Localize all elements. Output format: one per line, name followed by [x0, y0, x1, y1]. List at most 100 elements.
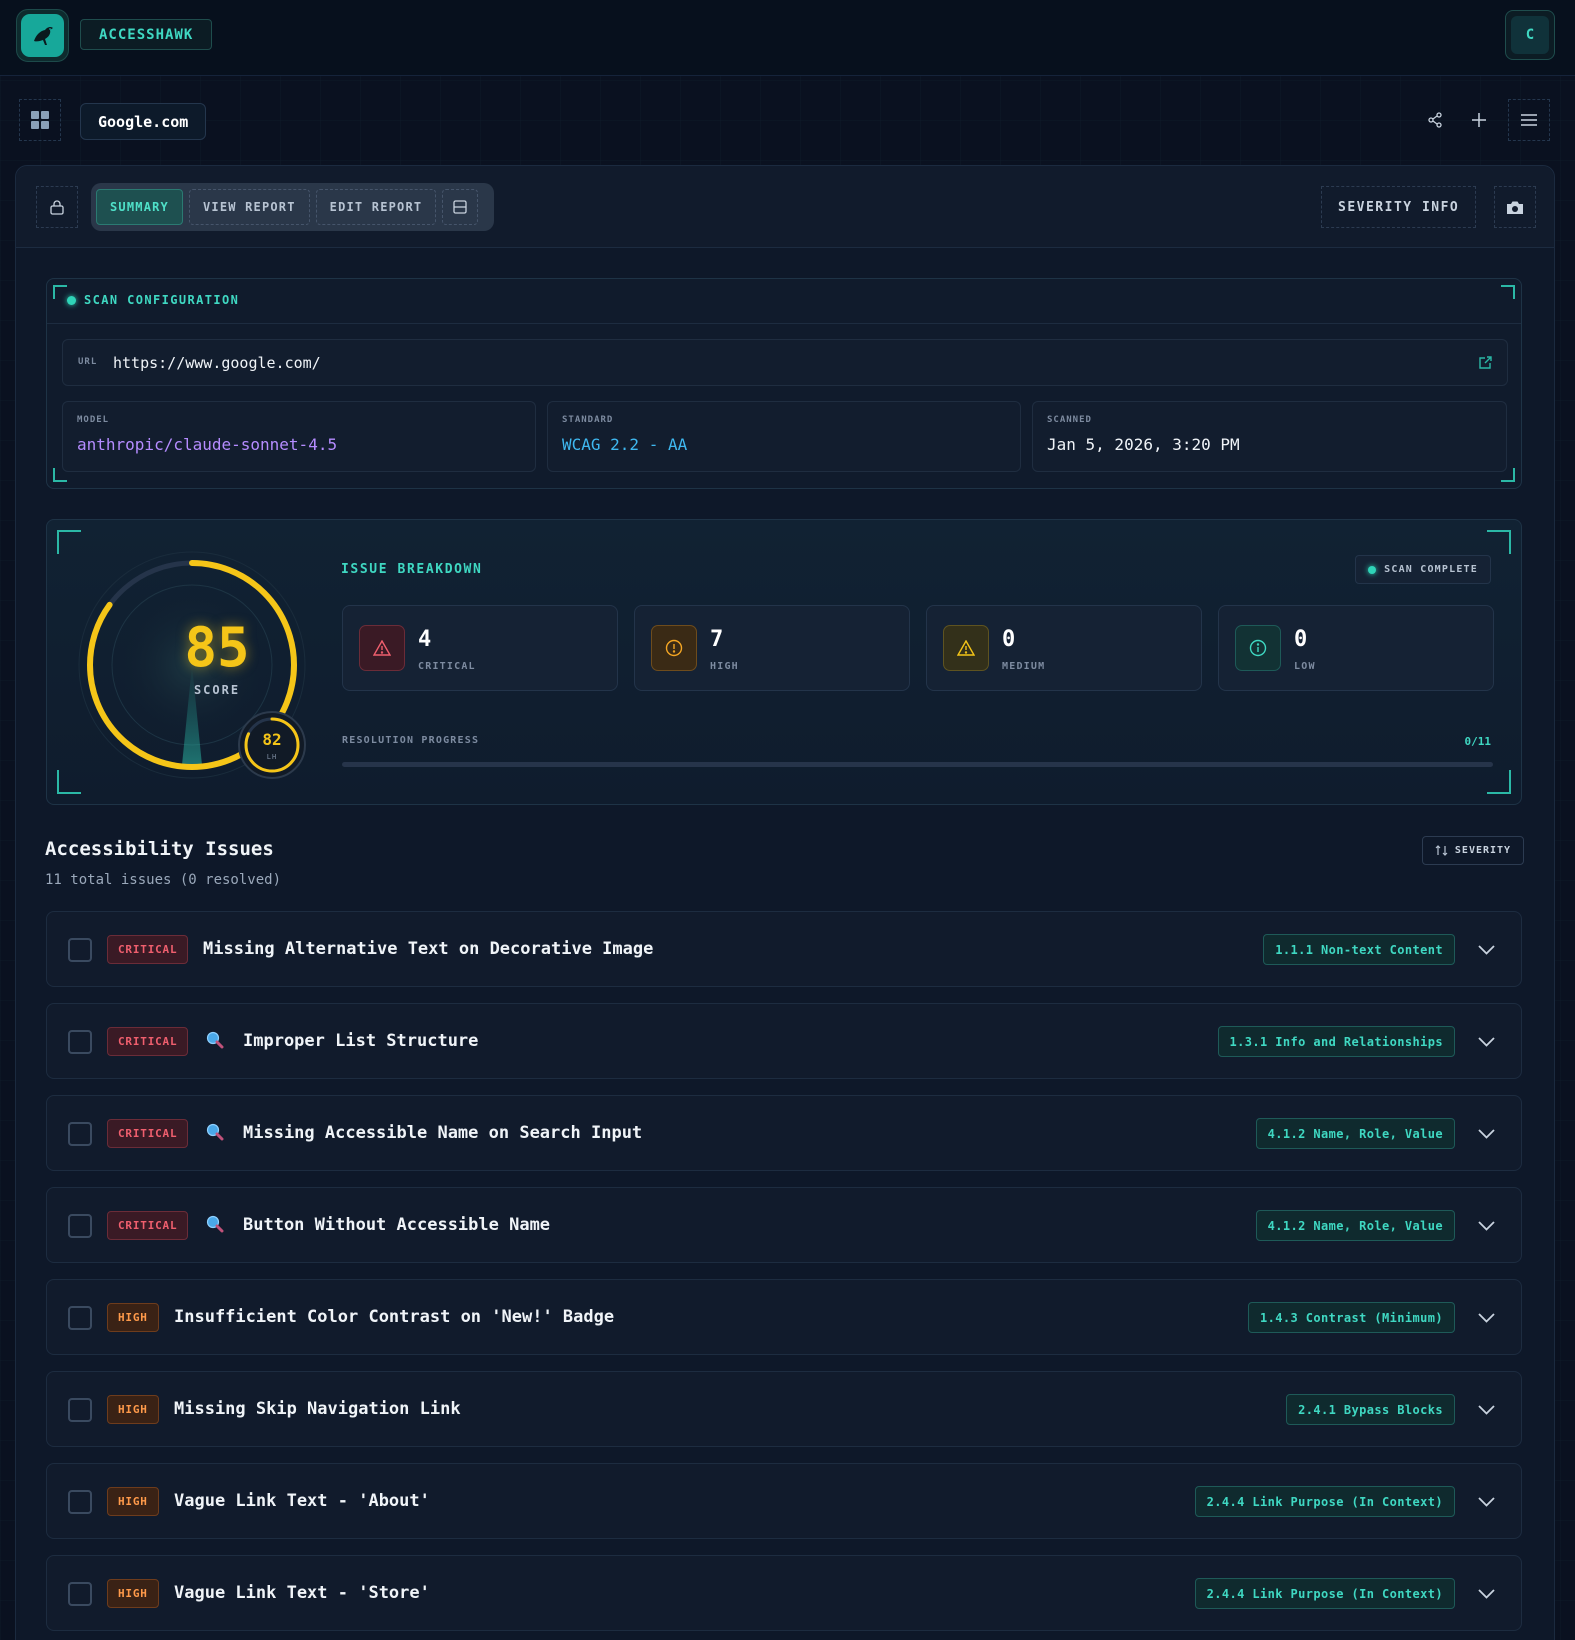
- issue-row[interactable]: HIGH Vague Link Text - 'Store' 2.4.4 Lin…: [46, 1555, 1522, 1631]
- standard-field: STANDARD WCAG 2.2 - AA: [547, 401, 1021, 472]
- scan-config-card: SCAN CONFIGURATION URL https://www.googl…: [46, 278, 1522, 489]
- expand-button[interactable]: [1478, 1032, 1495, 1051]
- site-chip[interactable]: Google.com: [80, 103, 207, 140]
- expand-button[interactable]: [1478, 1216, 1495, 1235]
- severity-badge: CRITICAL: [107, 935, 189, 964]
- camera-icon: [1507, 201, 1523, 214]
- issue-row[interactable]: CRITICAL Improper List Structure 1.3.1 I…: [46, 1003, 1522, 1079]
- issue-row[interactable]: CRITICAL Missing Alternative Text on Dec…: [46, 911, 1522, 987]
- issue-title: Improper List Structure: [243, 1031, 479, 1051]
- issue-row[interactable]: CRITICAL Button Without Accessible Name …: [46, 1187, 1522, 1263]
- expand-button[interactable]: [1478, 1400, 1495, 1419]
- sort-severity-label: SEVERITY: [1454, 845, 1512, 856]
- wcag-criterion-tag: 1.3.1 Info and Relationships: [1217, 1026, 1455, 1057]
- score-value: 85: [184, 616, 250, 679]
- expand-button[interactable]: [1478, 940, 1495, 959]
- brand-name[interactable]: ACCESSHAWK: [80, 19, 213, 50]
- url-field: URL https://www.google.com/: [62, 339, 1508, 386]
- menu-button[interactable]: [1508, 99, 1550, 141]
- stat-medium: 0 MEDIUM: [926, 605, 1202, 691]
- lighthouse-label: LH: [266, 753, 278, 761]
- expand-button[interactable]: [1478, 1492, 1495, 1511]
- low-label: LOW: [1294, 661, 1316, 672]
- app-logo[interactable]: [16, 9, 69, 62]
- issue-title: Button Without Accessible Name: [243, 1215, 551, 1235]
- sort-icon: [1435, 845, 1448, 856]
- severity-badge: HIGH: [107, 1487, 159, 1516]
- resolve-checkbox[interactable]: [68, 1122, 92, 1146]
- magnifier-icon: [206, 1123, 224, 1145]
- model-field: MODEL anthropic/claude-sonnet-4.5: [62, 401, 536, 472]
- issue-title: Missing Accessible Name on Search Input: [243, 1123, 643, 1143]
- screenshot-button[interactable]: [1494, 186, 1536, 228]
- avatar-initial: C: [1511, 16, 1549, 54]
- critical-count: 4: [418, 627, 432, 652]
- panel-header: SUMMARY VIEW REPORT EDIT REPORT SEVERITY…: [16, 166, 1554, 248]
- issue-row[interactable]: HIGH Insufficient Color Contrast on 'New…: [46, 1279, 1522, 1355]
- chevron-down-icon: [1478, 1589, 1495, 1599]
- resolve-checkbox[interactable]: [68, 1490, 92, 1514]
- info-icon: [1249, 639, 1267, 657]
- low-stat-icon: [1235, 625, 1281, 671]
- resolve-checkbox[interactable]: [68, 938, 92, 962]
- lighthouse-value: 82: [262, 730, 282, 749]
- severity-badge: CRITICAL: [107, 1027, 189, 1056]
- user-avatar[interactable]: C: [1505, 10, 1555, 60]
- wcag-criterion-tag: 4.1.2 Name, Role, Value: [1255, 1210, 1455, 1241]
- tab-edit-report[interactable]: EDIT REPORT: [315, 189, 437, 225]
- alert-circle-icon: [665, 639, 683, 657]
- chevron-down-icon: [1478, 945, 1495, 955]
- issue-breakdown-title: ISSUE BREAKDOWN: [341, 562, 483, 577]
- lock-button[interactable]: [36, 186, 78, 228]
- stat-low: 0 LOW: [1218, 605, 1494, 691]
- expand-button[interactable]: [1478, 1308, 1495, 1327]
- low-count: 0: [1294, 627, 1308, 652]
- resolve-checkbox[interactable]: [68, 1214, 92, 1238]
- tab-summary[interactable]: SUMMARY: [96, 189, 183, 225]
- severity-badge: HIGH: [107, 1395, 159, 1424]
- wcag-criterion-tag: 4.1.2 Name, Role, Value: [1255, 1118, 1455, 1149]
- high-label: HIGH: [710, 661, 739, 672]
- wcag-criterion-tag: 2.4.4 Link Purpose (In Context): [1194, 1578, 1455, 1609]
- score-label: SCORE: [193, 683, 241, 697]
- critical-label: CRITICAL: [418, 661, 476, 672]
- open-url-button[interactable]: [1478, 355, 1493, 374]
- issue-title: Vague Link Text - 'Store': [174, 1583, 430, 1603]
- issue-title: Missing Skip Navigation Link: [174, 1399, 461, 1419]
- magnifier-icon: [206, 1215, 224, 1237]
- stat-critical: 4 CRITICAL: [342, 605, 618, 691]
- scan-config-label: SCAN CONFIGURATION: [84, 293, 240, 307]
- warning-icon: [957, 640, 975, 656]
- resolve-checkbox[interactable]: [68, 1582, 92, 1606]
- scanned-label: SCANNED: [1047, 415, 1092, 425]
- view-tabs: SUMMARY VIEW REPORT EDIT REPORT: [91, 183, 494, 231]
- grid-icon: [31, 111, 49, 129]
- issue-row[interactable]: CRITICAL Missing Accessible Name on Sear…: [46, 1095, 1522, 1171]
- sort-severity-button[interactable]: SEVERITY: [1422, 836, 1524, 865]
- severity-badge: CRITICAL: [107, 1211, 189, 1240]
- share-button[interactable]: [1420, 104, 1450, 136]
- status-dot: [67, 295, 76, 305]
- tab-view-report[interactable]: VIEW REPORT: [188, 189, 310, 225]
- issue-row[interactable]: HIGH Vague Link Text - 'About' 2.4.4 Lin…: [46, 1463, 1522, 1539]
- resolution-progress-bar: [342, 762, 1493, 767]
- expand-button[interactable]: [1478, 1584, 1495, 1603]
- high-stat-icon: [651, 625, 697, 671]
- apps-grid-button[interactable]: [19, 99, 61, 141]
- resolve-checkbox[interactable]: [68, 1030, 92, 1054]
- complete-dot: [1368, 565, 1377, 574]
- model-label: MODEL: [77, 415, 110, 425]
- tab-split-view[interactable]: [442, 189, 479, 225]
- issue-row[interactable]: HIGH Missing Skip Navigation Link 2.4.1 …: [46, 1371, 1522, 1447]
- resolve-checkbox[interactable]: [68, 1306, 92, 1330]
- expand-button[interactable]: [1478, 1124, 1495, 1143]
- severity-info-button[interactable]: SEVERITY INFO: [1321, 186, 1477, 228]
- add-button[interactable]: [1464, 104, 1494, 136]
- resolve-checkbox[interactable]: [68, 1398, 92, 1422]
- stat-high: 7 HIGH: [634, 605, 910, 691]
- hamburger-icon: [1521, 114, 1537, 126]
- chevron-down-icon: [1478, 1129, 1495, 1139]
- top-bar: ACCESSHAWK C: [0, 0, 1575, 76]
- standard-value: WCAG 2.2 - AA: [562, 435, 688, 454]
- magnifier-icon: [206, 1031, 224, 1053]
